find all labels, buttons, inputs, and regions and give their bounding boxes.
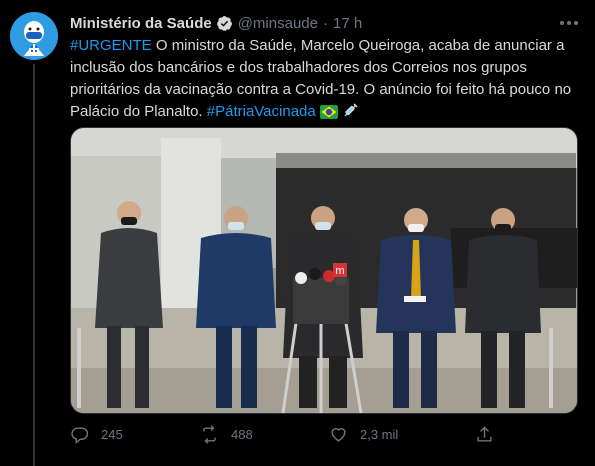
brazil-flag-icon: [319, 105, 338, 119]
press-conference-photo: m: [71, 128, 577, 413]
handle[interactable]: @minsaude: [238, 15, 318, 32]
tweet-actions: 245 488 2,3 mil: [70, 422, 510, 446]
share-icon: [477, 425, 492, 442]
syringe-icon: [344, 103, 358, 117]
retweet-icon: [203, 424, 216, 444]
more-options-button[interactable]: [557, 14, 581, 32]
share-button[interactable]: [475, 422, 494, 446]
hashtag-patria-vacinada-link[interactable]: #PátriaVacinada: [207, 103, 316, 120]
thread-line: [33, 64, 35, 466]
ze-gotinha-avatar-icon: [10, 12, 58, 60]
tweet-photo[interactable]: m: [70, 127, 578, 414]
retweet-button[interactable]: 488: [200, 422, 253, 446]
avatar[interactable]: [10, 12, 58, 60]
reply-button[interactable]: 245: [70, 422, 123, 446]
hashtag-urgente-link[interactable]: #URGENTE: [70, 37, 152, 54]
display-name[interactable]: Ministério da Saúde: [70, 15, 212, 32]
more-dots-icon: [560, 21, 578, 25]
tweet-text: #URGENTE O ministro da Saúde, Marcelo Qu…: [70, 35, 580, 123]
tweet[interactable]: Ministério da Saúde @minsaude · 17 h #UR…: [0, 0, 595, 466]
reply-icon: [71, 426, 89, 444]
separator-dot: ·: [322, 14, 328, 32]
verified-badge-icon: [216, 15, 232, 31]
tweet-header: Ministério da Saúde @minsaude · 17 h: [70, 12, 362, 34]
timestamp[interactable]: 17 h: [333, 15, 362, 32]
mic-flag-label: m: [335, 265, 344, 277]
heart-icon: [331, 427, 346, 442]
retweet-count: 488: [231, 426, 253, 442]
reply-count: 245: [101, 426, 123, 442]
like-count: 2,3 mil: [360, 426, 399, 442]
like-button[interactable]: 2,3 mil: [329, 422, 398, 446]
